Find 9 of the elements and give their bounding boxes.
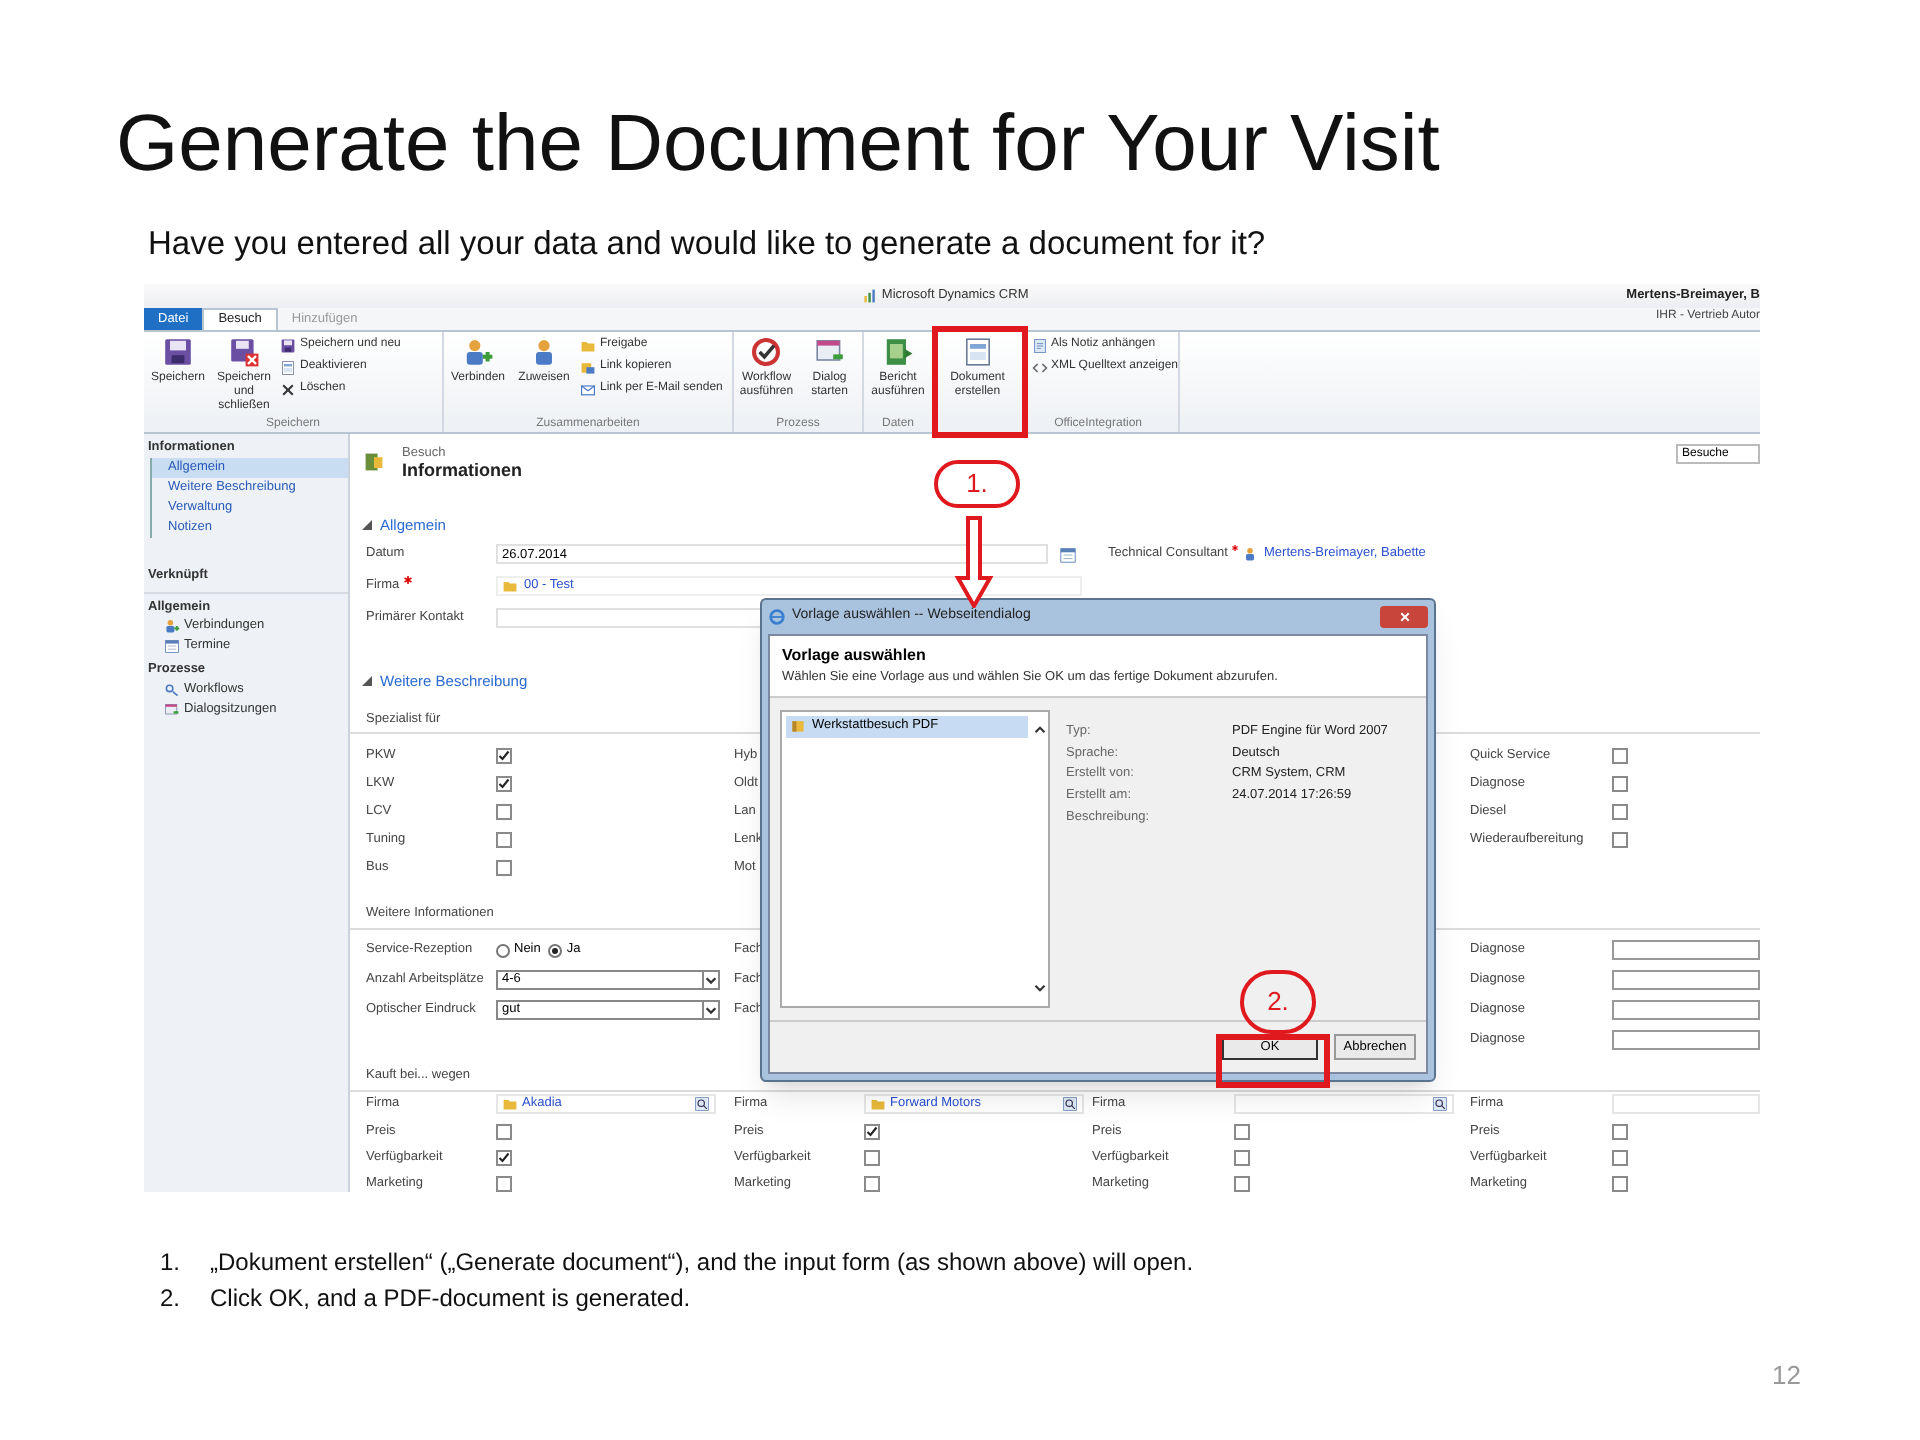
step-number: 1. (160, 1248, 183, 1278)
step-number: 2. (160, 1284, 183, 1314)
slide-title: Generate the Document for Your Visit (116, 98, 1442, 192)
page-number: 12 (1772, 1358, 1801, 1394)
step-text: „Dokument erstellen“ („Generate document“), and the input form (as shown above) will open. (210, 1248, 1194, 1278)
step-text: Click OK, and a PDF-document is generated. (210, 1284, 691, 1314)
dialog-heading: Vorlage auswählen (782, 644, 928, 668)
form-title: Informationen (402, 462, 522, 480)
slide-subtitle: Have you entered all your data and would like to generate a document for it? (148, 224, 1268, 264)
